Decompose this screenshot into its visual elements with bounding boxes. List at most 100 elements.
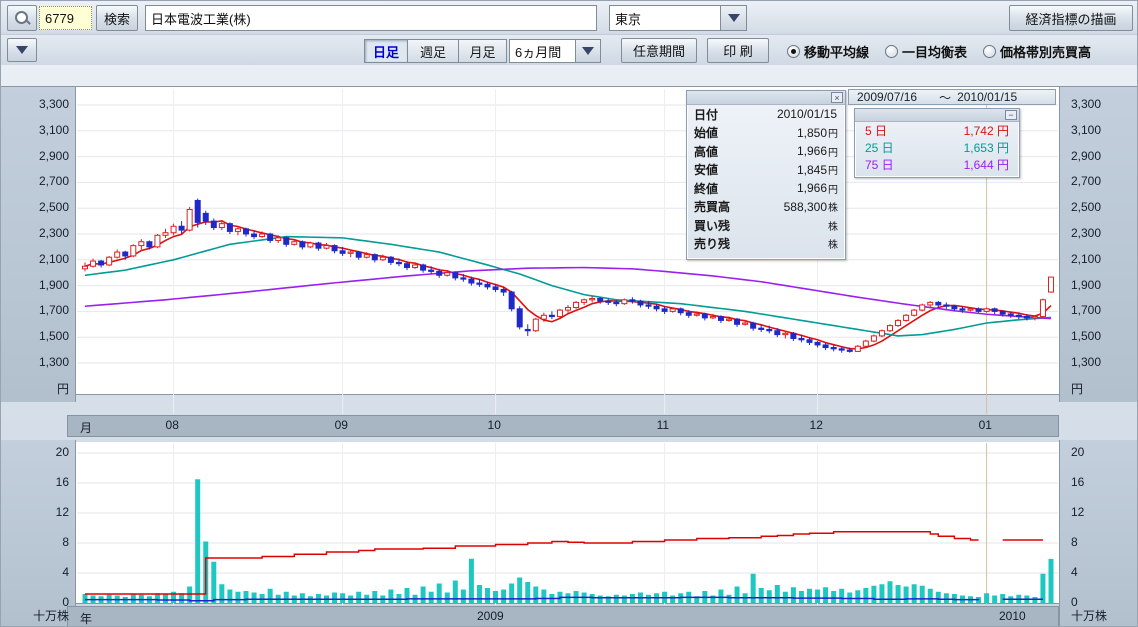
month-tick-label: 11 — [657, 418, 669, 432]
radio-overlay-2[interactable]: 価格帯別売買高 — [983, 42, 1091, 61]
toolbar-row-1: 検索 経済指標の描画 — [1, 1, 1138, 35]
volume-tick-label: 8 — [1071, 535, 1078, 549]
quote-info-unit: 株 — [828, 199, 838, 214]
radio-icon — [983, 45, 996, 58]
quote-info-label: 終値 — [694, 180, 718, 197]
custom-period-button[interactable]: 任意期間 — [621, 38, 697, 63]
price-tick-label: 1,900 — [1071, 278, 1101, 292]
ma-value: 1,742 円 — [964, 122, 1009, 139]
radio-overlay-0[interactable]: 移動平均線 — [787, 42, 869, 61]
magnifier-icon — [14, 10, 30, 26]
ma-legend-row: 75 日1,644 円 — [855, 156, 1019, 173]
economic-indicator-button[interactable]: 経済指標の描画 — [1009, 5, 1133, 31]
tab-timeframe-1[interactable]: 週足 — [407, 39, 458, 63]
date-range-bar[interactable]: 2009/07/16 ～ 2010/01/15 — [848, 89, 1056, 105]
month-tick-label: 01 — [979, 418, 992, 432]
yen-unit-label: 円 — [19, 380, 69, 397]
stock-code-input[interactable] — [39, 6, 92, 30]
quote-info-label: 売買高 — [694, 198, 730, 215]
timeframe-tabs: 日足週足月足 — [364, 39, 507, 63]
month-axis-bar: 月 — [67, 415, 1059, 437]
minimize-icon[interactable]: − — [1005, 110, 1017, 120]
stock-name-input[interactable] — [145, 5, 597, 31]
volume-tick-label: 16 — [1071, 475, 1084, 489]
quote-info-row: 売り残株 — [687, 235, 845, 254]
month-tick-label: 10 — [488, 418, 501, 432]
year-tick-label: 2010 — [999, 609, 1026, 623]
volume-tick-label: 20 — [19, 445, 69, 459]
quote-info-value: 1,850 — [797, 126, 827, 140]
range-start-date: 2009/07/16 — [857, 90, 917, 104]
quote-info-row: 日付2010/01/15 — [687, 105, 845, 124]
quote-info-unit: 円 — [828, 162, 838, 177]
price-tick-label: 3,100 — [19, 123, 69, 137]
volume-tick-label: 4 — [19, 565, 69, 579]
quote-info-unit: 株 — [828, 218, 838, 233]
exchange-dropdown-button[interactable] — [720, 5, 747, 31]
ma-period-label: 75 日 — [865, 156, 894, 173]
quote-info-value: 1,966 — [797, 144, 827, 158]
radio-icon — [787, 45, 800, 58]
volume-tick-label: 12 — [1071, 505, 1084, 519]
radio-label: 移動平均線 — [804, 42, 869, 61]
price-tick-label: 1,700 — [19, 303, 69, 317]
price-tick-label: 2,100 — [1071, 252, 1101, 266]
chevron-down-icon — [728, 14, 740, 22]
month-tick-label: 08 — [166, 418, 179, 432]
price-tick-label: 2,900 — [19, 149, 69, 163]
quote-info-row: 売買高 588,300株 — [687, 198, 845, 217]
period-dropdown-button[interactable] — [575, 39, 601, 63]
tab-timeframe-2[interactable]: 月足 — [458, 39, 507, 63]
quote-info-row: 高値 1,966円 — [687, 142, 845, 161]
price-tick-label: 2,300 — [1071, 226, 1101, 240]
price-tick-label: 1,700 — [1071, 303, 1101, 317]
quote-info-unit: 円 — [828, 181, 838, 196]
range-separator: ～ — [939, 89, 951, 106]
quote-info-panel-titlebar[interactable]: × — [687, 91, 845, 105]
tab-timeframe-0[interactable]: 日足 — [364, 39, 407, 63]
chevron-down-icon — [16, 46, 28, 54]
ma-legend-titlebar[interactable]: − — [855, 109, 1019, 122]
price-tick-label: 1,300 — [1071, 355, 1101, 369]
price-tick-label: 1,900 — [19, 278, 69, 292]
ma-period-label: 5 日 — [865, 122, 887, 139]
quote-info-unit: 円 — [828, 144, 838, 159]
month-tick-label: 09 — [335, 418, 348, 432]
yen-unit-label: 円 — [1071, 380, 1083, 397]
quote-info-row: 買い残株 — [687, 216, 845, 235]
print-button[interactable]: 印 刷 — [707, 38, 769, 63]
close-icon[interactable]: × — [831, 92, 843, 103]
price-tick-label: 2,700 — [19, 174, 69, 188]
quote-info-value: 588,300 — [784, 200, 827, 214]
price-tick-label: 2,700 — [1071, 174, 1101, 188]
volume-tick-label: 8 — [19, 535, 69, 549]
price-tick-label: 2,500 — [1071, 200, 1101, 214]
radio-label: 価格帯別売買高 — [1000, 42, 1091, 61]
period-select-field[interactable] — [509, 39, 576, 63]
price-tick-label: 1,300 — [19, 355, 69, 369]
year-axis-bar: 年 — [67, 606, 1059, 627]
year-axis-label: 年 — [80, 610, 92, 627]
quote-info-value: 1,966 — [797, 181, 827, 195]
volume-tick-label: 20 — [1071, 445, 1084, 459]
quote-info-label: 高値 — [694, 143, 718, 160]
symbol-search-icon-button[interactable] — [7, 5, 37, 31]
volume-tick-label: 16 — [19, 475, 69, 489]
range-end-date: 2010/01/15 — [957, 90, 1017, 104]
price-tick-label: 1,500 — [1071, 329, 1101, 343]
month-tick-label: 12 — [810, 418, 823, 432]
drawer-toggle-button[interactable] — [7, 38, 37, 62]
chevron-down-icon — [582, 47, 594, 55]
volume-tick-label: 12 — [19, 505, 69, 519]
search-button[interactable]: 検索 — [96, 5, 138, 31]
price-tick-label: 1,500 — [19, 329, 69, 343]
price-tick-label: 2,100 — [19, 252, 69, 266]
quote-info-row: 安値1,845円 — [687, 161, 845, 180]
radio-overlay-1[interactable]: 一目均衡表 — [885, 42, 967, 61]
price-tick-label: 2,300 — [19, 226, 69, 240]
radio-icon — [885, 45, 898, 58]
price-tick-label: 2,900 — [1071, 149, 1101, 163]
ma-legend-row: 25 日1,653 円 — [855, 139, 1019, 156]
volume-plot-area[interactable] — [76, 442, 1059, 604]
exchange-select-field[interactable] — [609, 5, 721, 31]
